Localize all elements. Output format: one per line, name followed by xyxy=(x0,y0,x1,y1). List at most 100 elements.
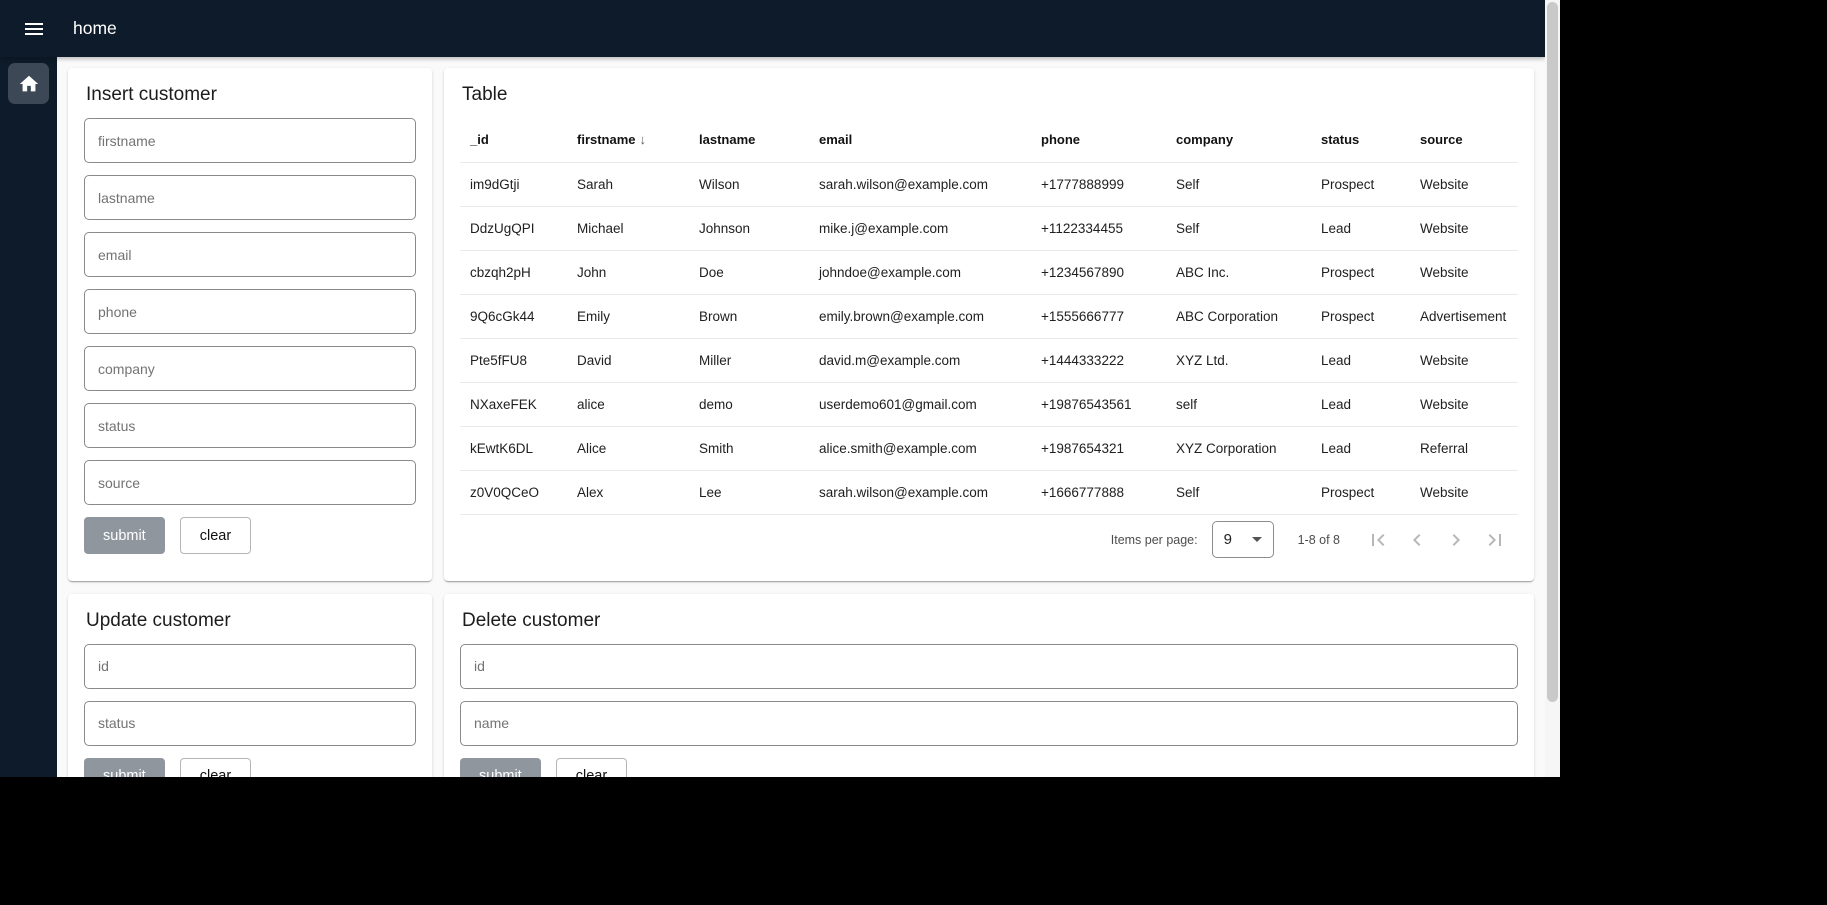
delete-id-input[interactable] xyxy=(460,644,1518,689)
table-cell: Emily xyxy=(567,294,689,338)
table-row[interactable]: cbzqh2pHJohnDoejohndoe@example.com+12345… xyxy=(460,250,1518,294)
page-title: home xyxy=(73,18,117,39)
next-page-button[interactable] xyxy=(1436,520,1475,559)
update-form xyxy=(84,644,416,746)
table-row[interactable]: z0V0QCeOAlexLeesarah.wilson@example.com+… xyxy=(460,470,1518,514)
table-header-row: _idfirstname↓lastnameemailphonecompanyst… xyxy=(460,118,1518,162)
table-cell: Website xyxy=(1410,470,1518,514)
chevron-left-icon xyxy=(1405,528,1429,552)
table-row[interactable]: kEwtK6DLAliceSmithalice.smith@example.co… xyxy=(460,426,1518,470)
table-cell: +19876543561 xyxy=(1031,382,1166,426)
table-row[interactable]: im9dGtjiSarahWilsonsarah.wilson@example.… xyxy=(460,162,1518,206)
insert-company-input[interactable] xyxy=(84,346,416,391)
customers-table: _idfirstname↓lastnameemailphonecompanyst… xyxy=(460,118,1518,515)
first-page-button[interactable] xyxy=(1358,520,1397,559)
insert-submit-button[interactable]: submit xyxy=(84,517,165,554)
previous-page-button[interactable] xyxy=(1397,520,1436,559)
update-clear-button[interactable]: clear xyxy=(180,758,251,778)
table-cell: userdemo601@gmail.com xyxy=(809,382,1031,426)
table-cell: NXaxeFEK xyxy=(460,382,567,426)
insert-phone-input[interactable] xyxy=(84,289,416,334)
table-cell: Johnson xyxy=(689,206,809,250)
table-row[interactable]: Pte5fFU8DavidMillerdavid.m@example.com+1… xyxy=(460,338,1518,382)
table-cell: Website xyxy=(1410,206,1518,250)
sidebar xyxy=(0,57,57,777)
page-size-value: 9 xyxy=(1224,531,1232,548)
insert-clear-button[interactable]: clear xyxy=(180,517,251,554)
items-per-page-label: Items per page: xyxy=(1111,533,1198,547)
update-submit-button[interactable]: submit xyxy=(84,758,165,778)
column-header-email[interactable]: email xyxy=(809,118,1031,162)
table-cell: demo xyxy=(689,382,809,426)
delete-submit-button[interactable]: submit xyxy=(460,758,541,778)
table-cell: self xyxy=(1166,382,1311,426)
insert-lastname-input[interactable] xyxy=(84,175,416,220)
table-card-title: Table xyxy=(462,84,1518,106)
delete-form xyxy=(460,644,1518,746)
table-card: Table _idfirstname↓lastnameemailphonecom… xyxy=(444,68,1534,581)
table-cell: +1234567890 xyxy=(1031,250,1166,294)
table-cell: +1122334455 xyxy=(1031,206,1166,250)
insert-button-row: submit clear xyxy=(84,517,416,554)
table-cell: Prospect xyxy=(1311,162,1410,206)
table-cell: +1777888999 xyxy=(1031,162,1166,206)
update-button-row: submit clear xyxy=(84,758,416,778)
last-page-button[interactable] xyxy=(1475,520,1514,559)
table-row[interactable]: 9Q6cGk44EmilyBrownemily.brown@example.co… xyxy=(460,294,1518,338)
table-row[interactable]: NXaxeFEKalicedemouserdemo601@gmail.com+1… xyxy=(460,382,1518,426)
table-cell: Brown xyxy=(689,294,809,338)
chevron-right-icon xyxy=(1444,528,1468,552)
delete-id-field xyxy=(460,644,1518,689)
table-cell: Lead xyxy=(1311,426,1410,470)
insert-email-field xyxy=(84,232,416,277)
update-status-input[interactable] xyxy=(84,701,416,746)
column-header-status[interactable]: status xyxy=(1311,118,1410,162)
delete-name-input[interactable] xyxy=(460,701,1518,746)
vertical-scrollbar[interactable] xyxy=(1545,0,1560,777)
table-cell: Alice xyxy=(567,426,689,470)
insert-source-input[interactable] xyxy=(84,460,416,505)
insert-status-field xyxy=(84,403,416,448)
table-row[interactable]: DdzUgQPIMichaelJohnsonmike.j@example.com… xyxy=(460,206,1518,250)
table-cell: 9Q6cGk44 xyxy=(460,294,567,338)
column-header-company[interactable]: company xyxy=(1166,118,1311,162)
table-cell: Self xyxy=(1166,206,1311,250)
table-cell: johndoe@example.com xyxy=(809,250,1031,294)
table-cell: Lee xyxy=(689,470,809,514)
insert-status-input[interactable] xyxy=(84,403,416,448)
column-header-_id[interactable]: _id xyxy=(460,118,567,162)
table-cell: Lead xyxy=(1311,206,1410,250)
table-cell: Lead xyxy=(1311,382,1410,426)
scrollbar-thumb[interactable] xyxy=(1547,2,1558,702)
column-header-firstname[interactable]: firstname↓ xyxy=(567,118,689,162)
table-cell: Referral xyxy=(1410,426,1518,470)
update-id-input[interactable] xyxy=(84,644,416,689)
paginator-range-label: 1-8 of 8 xyxy=(1298,533,1340,547)
table-cell: Website xyxy=(1410,338,1518,382)
table-cell: Self xyxy=(1166,470,1311,514)
menu-button[interactable] xyxy=(16,11,52,47)
table-cell: Smith xyxy=(689,426,809,470)
table-cell: Advertisement xyxy=(1410,294,1518,338)
insert-email-input[interactable] xyxy=(84,232,416,277)
column-header-phone[interactable]: phone xyxy=(1031,118,1166,162)
insert-firstname-input[interactable] xyxy=(84,118,416,163)
table-cell: Pte5fFU8 xyxy=(460,338,567,382)
delete-clear-button[interactable]: clear xyxy=(556,758,627,778)
app-window: home Insert customer submit clear Table … xyxy=(0,0,1560,777)
column-header-source[interactable]: source xyxy=(1410,118,1518,162)
table-cell: Sarah xyxy=(567,162,689,206)
sidebar-home-button[interactable] xyxy=(8,63,49,104)
table-cell: Website xyxy=(1410,382,1518,426)
update-card-title: Update customer xyxy=(86,610,416,632)
table-cell: +1555666777 xyxy=(1031,294,1166,338)
insert-company-field xyxy=(84,346,416,391)
column-header-lastname[interactable]: lastname xyxy=(689,118,809,162)
table-cell: emily.brown@example.com xyxy=(809,294,1031,338)
page-size-select[interactable]: 9 xyxy=(1212,521,1274,558)
table-cell: David xyxy=(567,338,689,382)
home-icon xyxy=(18,73,40,95)
update-customer-card: Update customer submit clear xyxy=(68,594,432,778)
insert-form xyxy=(84,118,416,505)
table-cell: Miller xyxy=(689,338,809,382)
